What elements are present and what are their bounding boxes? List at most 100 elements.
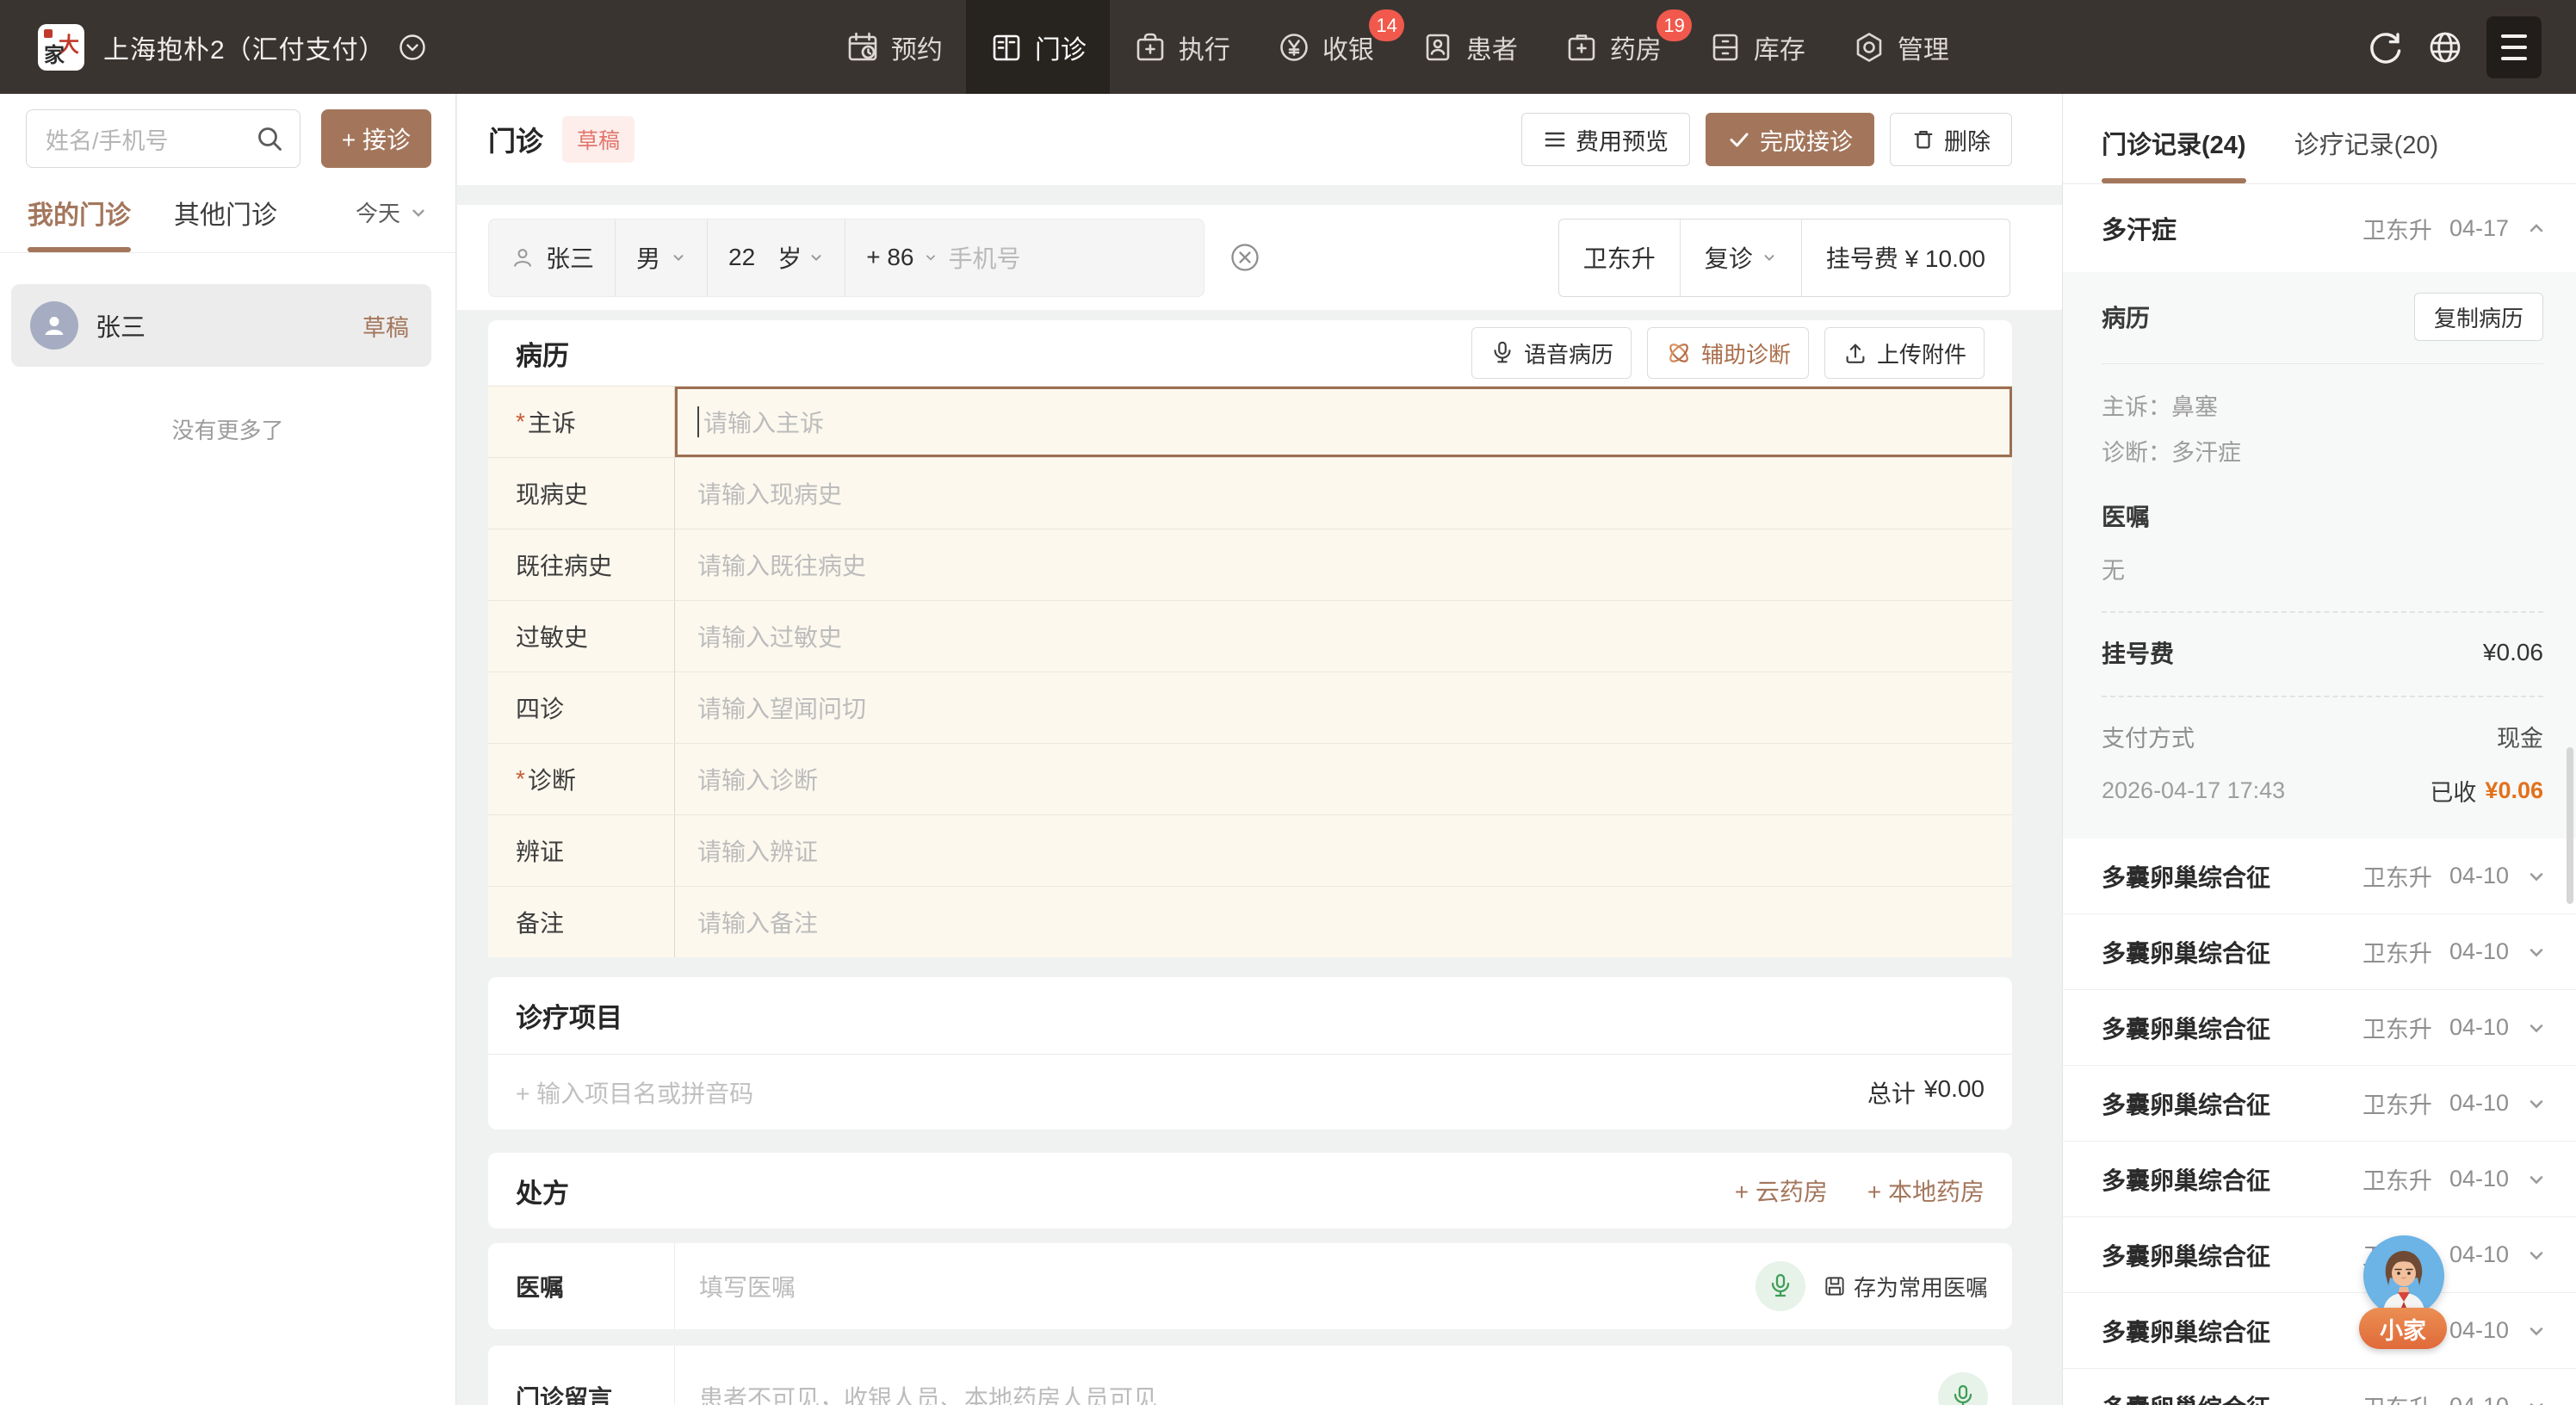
copy-record-button[interactable]: 复制病历	[2413, 293, 2543, 341]
save-icon	[1825, 1277, 1844, 1296]
form-row: 四诊 请输入望闻问切	[488, 672, 2012, 743]
form-row: 现病史 请输入现病史	[488, 457, 2012, 529]
form-row-input[interactable]: 请输入辨证	[675, 815, 2012, 886]
assistant-avatar[interactable]	[2363, 1235, 2444, 1316]
assistant-widget[interactable]: 小家	[2359, 1235, 2449, 1349]
patient-list-item[interactable]: 张三 草稿	[11, 284, 431, 367]
phone-field[interactable]: + 86 手机号	[845, 220, 1204, 296]
message-label: 门诊留言	[488, 1346, 675, 1405]
nav-item[interactable]: 执行	[1110, 0, 1254, 94]
collapsed-record-row[interactable]: 多囊卵巢综合征 卫东升 04-10	[2063, 1142, 2576, 1217]
input-placeholder: 请输入望闻问切	[697, 696, 867, 722]
form-row: 辨证 请输入辨证	[488, 814, 2012, 886]
collapsed-record-row[interactable]: 多囊卵巢综合征 卫东升 04-10	[2063, 990, 2576, 1066]
collapsed-record-row[interactable]: 多囊卵巢综合征 卫东升 04-10	[2063, 839, 2576, 914]
form-row-label: * 诊断	[488, 744, 675, 814]
input-placeholder: 请输入备注	[697, 910, 819, 937]
form-row-input[interactable]: 请输入望闻问切	[675, 672, 2012, 743]
pharmacy-icon	[1564, 30, 1599, 65]
registration-fee-field[interactable]: 挂号费 ¥ 10.00	[1802, 220, 2009, 296]
tab-my-outpatient[interactable]: 我的门诊	[28, 194, 131, 252]
collapsed-record-row[interactable]: 多囊卵巢综合征 卫东升 04-10	[2063, 1217, 2576, 1293]
nav-item[interactable]: 预约	[822, 0, 966, 94]
message-input[interactable]: 患者不可见，收银人员、本地药房人员可见	[675, 1346, 1938, 1405]
nav-item[interactable]: 库存	[1685, 0, 1829, 94]
advice-input[interactable]: 填写医嘱	[675, 1243, 1756, 1329]
age-field[interactable]: 22 岁	[708, 219, 846, 296]
prescription-card: 处方 + 云药房 + 本地药房	[488, 1153, 2012, 1229]
nav-item-label: 患者	[1465, 35, 1518, 65]
receive-patient-button[interactable]: + 接诊	[321, 109, 431, 168]
save-common-advice-button[interactable]: 存为常用医嘱	[1823, 1271, 1988, 1303]
voice-input-icon[interactable]	[1938, 1372, 1988, 1405]
collapsed-record-row[interactable]: 多囊卵巢综合征 卫东升 04-10	[2063, 1293, 2576, 1369]
form-row-input[interactable]: 请输入主诉	[675, 387, 2012, 457]
chevron-down-circle-icon[interactable]	[398, 33, 427, 62]
clear-patient-icon[interactable]	[1229, 241, 1261, 274]
date-filter-dropdown[interactable]: 今天	[356, 196, 428, 252]
chevron-down-icon	[2530, 1327, 2543, 1335]
nav-item-label: 药房	[1609, 35, 1662, 65]
voice-input-icon[interactable]	[1755, 1261, 1805, 1311]
delete-button[interactable]: 删除	[1890, 113, 2012, 166]
fee-preview-button[interactable]: 费用预览	[1521, 113, 1690, 166]
visit-type-select[interactable]: 复诊	[1681, 219, 1802, 296]
form-row-label: * 主诉	[488, 387, 675, 457]
required-star: *	[516, 765, 525, 792]
record-date: 04-10	[2449, 1241, 2509, 1267]
globe-icon[interactable]	[2426, 28, 2464, 66]
record-doctor: 卫东升	[2362, 1168, 2432, 1194]
gender-select[interactable]: 男	[616, 219, 709, 296]
form-row-input[interactable]: 请输入备注	[675, 887, 2012, 957]
history-panel: 门诊记录(24) 诊疗记录(20) 多汗症 卫东升 04-17 病历 复制病历 …	[2062, 94, 2576, 1405]
form-row-label: 四诊	[488, 672, 675, 743]
upload-attachment-button[interactable]: 上传附件	[1824, 327, 1985, 379]
chevron-down-icon	[1764, 255, 1774, 262]
patient-name-field[interactable]: 张三	[489, 219, 616, 296]
expanded-record-header[interactable]: 多汗症 卫东升 04-17	[2063, 184, 2576, 272]
record-chief-complaint: 主诉：鼻塞	[2102, 394, 2218, 420]
refresh-icon[interactable]	[2368, 29, 2404, 65]
form-row-input[interactable]: 请输入过敏史	[675, 601, 2012, 672]
inventory-icon	[1708, 30, 1743, 65]
assist-diagnosis-button[interactable]: 辅助诊断	[1646, 327, 1809, 379]
collapsed-record-row[interactable]: 多囊卵巢综合征 卫东升 04-10	[2063, 1369, 2576, 1405]
total-label: 总计	[1867, 1080, 1916, 1107]
nav-item[interactable]: 管理	[1829, 0, 1972, 94]
complete-reception-button[interactable]: 完成接诊	[1706, 113, 1874, 166]
add-cloud-pharmacy-link[interactable]: + 云药房	[1735, 1173, 1828, 1208]
nav-item-label: 收银	[1322, 35, 1374, 65]
doctor-select[interactable]: 卫东升	[1559, 219, 1681, 296]
nav-item[interactable]: 患者	[1397, 0, 1541, 94]
voice-record-button[interactable]: 语音病历	[1471, 327, 1632, 379]
search-input[interactable]: 姓名/手机号	[26, 109, 300, 168]
collapsed-record-row[interactable]: 多囊卵巢综合征 卫东升 04-10	[2063, 914, 2576, 990]
record-title: 多囊卵巢综合征	[2102, 1390, 2270, 1405]
assistant-label[interactable]: 小家	[2359, 1308, 2447, 1349]
add-local-pharmacy-link[interactable]: + 本地药房	[1867, 1173, 1985, 1208]
empty-list-text: 没有更多了	[171, 418, 284, 443]
menu-icon[interactable]	[2486, 15, 2542, 78]
scrollbar-thumb[interactable]	[2567, 747, 2573, 904]
input-placeholder: 请输入现病史	[697, 481, 843, 508]
form-row-input[interactable]: 请输入既往病史	[675, 529, 2012, 600]
nav-item[interactable]: 收银 14	[1254, 0, 1404, 94]
form-row-input[interactable]: 请输入诊断	[675, 744, 2012, 814]
search-icon[interactable]	[255, 124, 284, 153]
collapsed-record-row[interactable]: 多囊卵巢综合征 卫东升 04-10	[2063, 1066, 2576, 1142]
tab-outpatient-records[interactable]: 门诊记录(24)	[2102, 125, 2246, 183]
record-fee-value: ¥0.06	[2482, 639, 2543, 665]
item-search-input[interactable]: + 输入项目名或拼音码	[516, 1075, 753, 1110]
chevron-up-icon	[2530, 224, 2543, 232]
tab-treatment-records[interactable]: 诊疗记录(20)	[2294, 125, 2439, 183]
prescription-title: 处方	[516, 1178, 569, 1209]
form-row-input[interactable]: 请输入现病史	[675, 458, 2012, 529]
record-date: 04-10	[2449, 938, 2509, 964]
nav-item[interactable]: 门诊	[965, 0, 1110, 94]
tab-other-outpatient[interactable]: 其他门诊	[174, 194, 277, 252]
clinic-switcher[interactable]: 上海抱朴2（汇付支付）	[103, 28, 427, 66]
form-row: * 主诉 请输入主诉	[488, 386, 2012, 457]
search-placeholder: 姓名/手机号	[46, 127, 169, 154]
nav-item[interactable]: 药房 19	[1541, 0, 1692, 94]
divider	[2102, 363, 2543, 364]
